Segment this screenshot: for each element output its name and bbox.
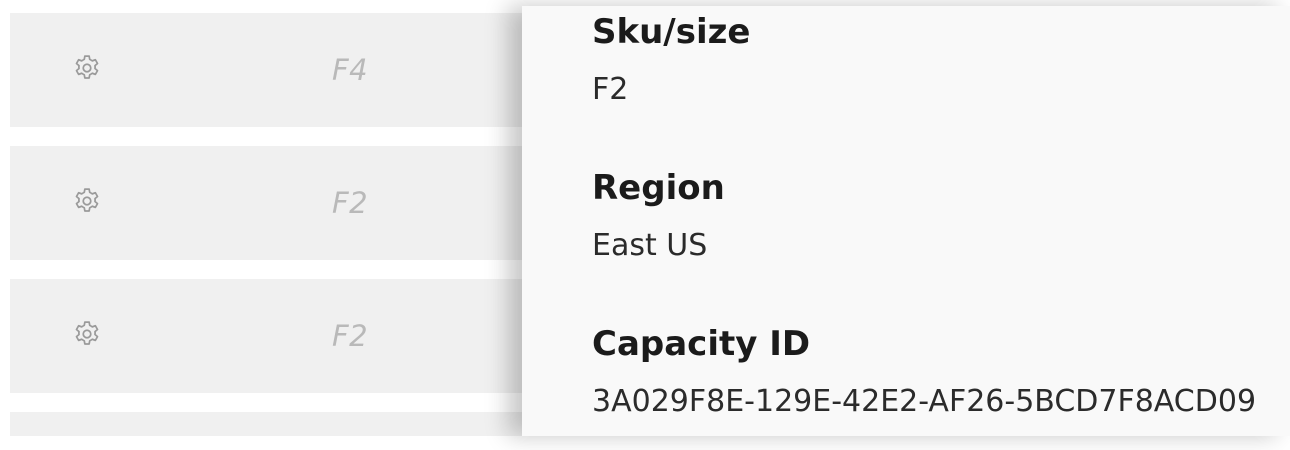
- capacity-id-label: Capacity ID: [592, 324, 811, 364]
- list-row[interactable]: F2: [10, 146, 570, 260]
- sku-value: F2: [592, 72, 629, 107]
- list-row[interactable]: F4: [10, 13, 570, 127]
- list-row[interactable]: [10, 412, 570, 436]
- gear-icon[interactable]: [72, 319, 102, 349]
- sku-cell: F4: [332, 53, 369, 87]
- sku-cell: F2: [332, 319, 369, 353]
- region-label: Region: [592, 168, 725, 208]
- region-value: East US: [592, 228, 708, 263]
- gear-icon[interactable]: [72, 186, 102, 216]
- screen: F4 F2 F2 Sku/size F2 Region East US Capa…: [0, 0, 1290, 450]
- sku-field: Sku/size F2: [592, 12, 750, 107]
- details-panel: Sku/size F2 Region East US Capacity ID 3…: [522, 6, 1290, 436]
- capacity-id-value[interactable]: 3A029F8E-129E-42E2-AF26-5BCD7F8ACD09: [592, 384, 1256, 419]
- region-field: Region East US: [592, 168, 725, 263]
- capacity-id-field: Capacity ID 3A029F8E-129E-42E2-AF26-5BCD…: [592, 324, 1256, 419]
- list-row[interactable]: F2: [10, 279, 570, 393]
- sku-label: Sku/size: [592, 12, 751, 52]
- capacity-list: F4 F2 F2: [10, 0, 570, 436]
- gear-icon[interactable]: [72, 53, 102, 83]
- sku-cell: F2: [332, 186, 369, 220]
